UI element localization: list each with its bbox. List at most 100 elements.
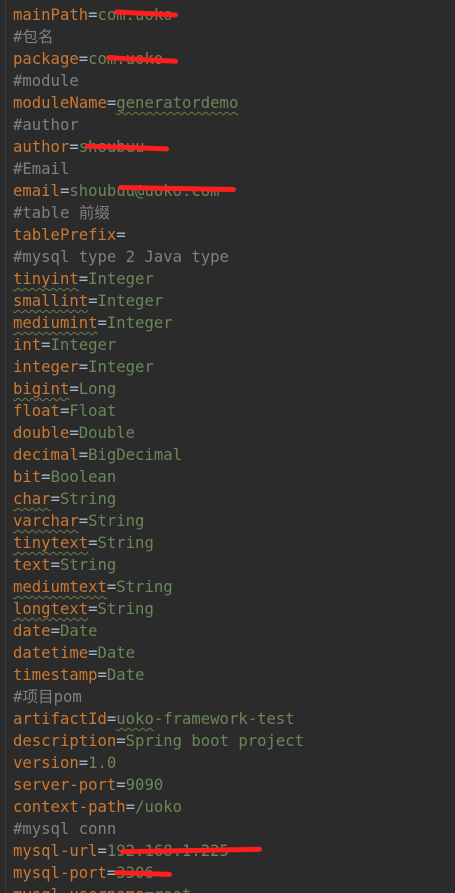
property-key: bit (13, 468, 42, 486)
property-line[interactable]: mysql-username=root (13, 884, 191, 893)
code-editor[interactable]: mainPath=com.uoko#包名package=com.uoko#mod… (0, 0, 455, 893)
property-key: bigint (13, 380, 70, 398)
property-value: Date (97, 644, 136, 662)
comment-line[interactable]: #mysql type 2 Java type (13, 246, 229, 268)
comment-line[interactable]: #module (13, 70, 79, 92)
property-key: mediumint (13, 314, 98, 332)
property-key: mediumtext (13, 578, 107, 596)
property-line[interactable]: varchar=String (13, 510, 144, 532)
property-key: package (13, 50, 79, 68)
property-line[interactable]: context-path=/uoko (13, 796, 182, 818)
property-key: mysql-username (13, 886, 144, 893)
property-value: String (116, 578, 173, 596)
property-value: Integer (50, 336, 117, 354)
property-key: date (13, 622, 51, 640)
property-key: datetime (13, 644, 89, 662)
comment-text: #mysql type 2 Java type (13, 248, 229, 266)
equals-sign: = (78, 50, 89, 68)
equals-sign: = (78, 512, 89, 530)
property-line[interactable]: tablePrefix= (13, 224, 126, 246)
property-key: tinyint (13, 270, 79, 288)
equals-sign: = (88, 644, 98, 662)
property-key: decimal (13, 446, 79, 464)
property-line[interactable]: mediumtext=String (13, 576, 173, 598)
property-line[interactable]: tinytext=String (13, 532, 154, 554)
equals-sign: = (41, 468, 51, 486)
property-line[interactable]: artifactId=uoko-framework-test (13, 708, 295, 730)
comment-text: #mysql conn (13, 820, 117, 838)
property-key: smallint (13, 292, 89, 310)
property-value: 1.0 (88, 754, 117, 772)
property-key: float (13, 402, 60, 420)
comment-text: #module (13, 72, 79, 90)
property-line[interactable]: tinyint=Integer (13, 268, 154, 290)
property-line[interactable]: int=Integer (13, 334, 116, 356)
equals-sign: = (41, 336, 51, 354)
equals-sign: = (116, 776, 126, 794)
property-line[interactable]: smallint=Integer (13, 290, 163, 312)
equals-sign: = (88, 6, 98, 24)
property-key: mysql-port (13, 864, 107, 882)
equals-sign: = (59, 402, 70, 420)
comment-line[interactable]: #table 前缀 (13, 202, 110, 224)
equals-sign: = (106, 710, 117, 728)
property-line[interactable]: bigint=Long (13, 378, 116, 400)
equals-sign: = (106, 94, 117, 112)
property-value: String (59, 556, 117, 574)
property-key: mysql-url (13, 842, 98, 860)
equals-sign: = (97, 842, 107, 860)
property-line[interactable]: datetime=Date (13, 642, 135, 664)
equals-sign: = (116, 226, 126, 244)
property-value: Date (59, 622, 98, 640)
property-line[interactable]: decimal=BigDecimal (13, 444, 182, 466)
property-key: context-path (13, 798, 126, 816)
equals-sign: = (144, 886, 153, 893)
comment-line[interactable]: #mysql conn (13, 818, 116, 840)
equals-sign: = (78, 446, 89, 464)
property-line[interactable]: timestamp=Date (13, 664, 144, 686)
equals-sign: = (78, 270, 89, 288)
equals-sign: = (97, 666, 107, 684)
property-value: Integer (88, 358, 154, 376)
equals-sign: = (88, 534, 98, 552)
comment-line[interactable]: #项目pom (13, 686, 82, 708)
property-line[interactable]: float=Float (13, 400, 116, 422)
property-value: String (59, 490, 117, 508)
property-line[interactable]: longtext=String (13, 598, 154, 620)
property-value: Integer (106, 314, 173, 332)
property-value: Long (78, 380, 117, 398)
property-line[interactable]: version=1.0 (13, 752, 116, 774)
property-key: int (13, 336, 42, 354)
property-line[interactable]: text=String (13, 554, 116, 576)
equals-sign: = (125, 798, 136, 816)
equals-sign: = (50, 556, 60, 574)
property-line[interactable]: double=Double (13, 422, 135, 444)
property-line[interactable]: date=Date (13, 620, 98, 642)
property-line[interactable]: moduleName=generatordemo (13, 92, 238, 114)
property-line[interactable]: integer=Integer (13, 356, 154, 378)
property-value: String (97, 534, 154, 552)
property-value: Spring boot project (125, 732, 305, 750)
equals-sign: = (106, 578, 117, 596)
property-line[interactable]: bit=Boolean (13, 466, 116, 488)
property-value: Double (78, 424, 136, 442)
property-value: BigDecimal (88, 446, 182, 464)
equals-sign: = (116, 732, 126, 750)
equals-sign: = (97, 314, 107, 332)
equals-sign: = (69, 138, 79, 156)
comment-line[interactable]: #包名 (13, 26, 54, 48)
comment-line[interactable]: #author (13, 114, 79, 136)
property-key: email (13, 182, 60, 200)
property-key: server-port (13, 776, 117, 794)
property-value: String (88, 512, 145, 530)
property-line[interactable]: server-port=9090 (13, 774, 163, 796)
property-line[interactable]: mediumint=Integer (13, 312, 173, 334)
property-line[interactable]: char=String (13, 488, 116, 510)
property-value: Boolean (50, 468, 117, 486)
property-value: Date (106, 666, 145, 684)
property-line[interactable]: description=Spring boot project (13, 730, 304, 752)
equals-sign: = (78, 358, 89, 376)
property-key: integer (13, 358, 79, 376)
comment-line[interactable]: #Email (13, 158, 69, 180)
gutter-divider (5, 0, 6, 893)
